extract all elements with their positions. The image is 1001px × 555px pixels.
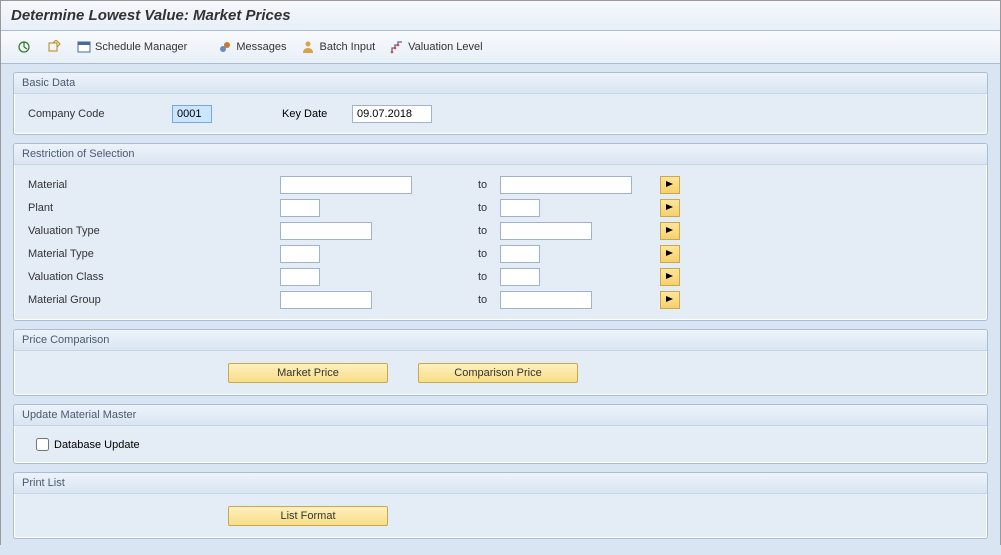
person-icon (300, 39, 316, 55)
arrow-right-icon (665, 271, 675, 283)
arrow-right-icon (665, 225, 675, 237)
material-multi-button[interactable] (660, 176, 680, 194)
level-icon (389, 39, 405, 55)
messages-button[interactable]: Messages (212, 36, 291, 58)
content-area: Basic Data Company Code Key Date Restric… (1, 64, 1000, 555)
plant-multi-button[interactable] (660, 199, 680, 217)
restriction-group: Restriction of Selection Material to Pla… (13, 143, 988, 321)
valuation-type-multi-button[interactable] (660, 222, 680, 240)
valuation-level-label: Valuation Level (408, 41, 482, 53)
print-list-title: Print List (14, 473, 987, 494)
to-label: to (428, 248, 500, 260)
valuation-class-multi-button[interactable] (660, 268, 680, 286)
messages-icon (217, 39, 233, 55)
valuation-type-to-input[interactable] (500, 222, 592, 240)
valuation-class-label: Valuation Class (24, 271, 280, 283)
plant-to-input[interactable] (500, 199, 540, 217)
toolbar: Schedule Manager Messages Batch Input Va… (1, 31, 1000, 64)
plant-from-input[interactable] (280, 199, 320, 217)
arrow-right-icon (665, 248, 675, 260)
plant-label: Plant (24, 202, 280, 214)
price-comparison-group: Price Comparison Market Price Comparison… (13, 329, 988, 396)
calendar-icon (76, 39, 92, 55)
to-label: to (428, 202, 500, 214)
print-list-group: Print List List Format (13, 472, 988, 539)
material-group-from-input[interactable] (280, 291, 372, 309)
material-group-multi-button[interactable] (660, 291, 680, 309)
material-group-to-input[interactable] (500, 291, 592, 309)
comparison-price-button[interactable]: Comparison Price (418, 363, 578, 383)
company-code-label: Company Code (24, 108, 172, 120)
execute-icon (16, 39, 32, 55)
schedule-manager-button[interactable]: Schedule Manager (71, 36, 192, 58)
variant-button[interactable] (41, 36, 67, 58)
to-label: to (428, 179, 500, 191)
list-format-button[interactable]: List Format (228, 506, 388, 526)
material-to-input[interactable] (500, 176, 632, 194)
key-date-label: Key Date (282, 108, 352, 120)
title-bar: Determine Lowest Value: Market Prices (1, 1, 1000, 31)
arrow-right-icon (665, 202, 675, 214)
schedule-manager-label: Schedule Manager (95, 41, 187, 53)
basic-data-group: Basic Data Company Code Key Date (13, 72, 988, 135)
material-from-input[interactable] (280, 176, 412, 194)
material-type-to-input[interactable] (500, 245, 540, 263)
material-type-from-input[interactable] (280, 245, 320, 263)
update-master-group: Update Material Master Database Update (13, 404, 988, 464)
to-label: to (428, 225, 500, 237)
database-update-checkbox[interactable] (36, 438, 49, 451)
company-code-input[interactable] (172, 105, 212, 123)
arrow-right-icon (665, 294, 675, 306)
batch-input-button[interactable]: Batch Input (295, 36, 380, 58)
to-label: to (428, 294, 500, 306)
page-title: Determine Lowest Value: Market Prices (11, 7, 990, 24)
batch-input-label: Batch Input (319, 41, 375, 53)
update-master-title: Update Material Master (14, 405, 987, 426)
price-comparison-title: Price Comparison (14, 330, 987, 351)
valuation-type-from-input[interactable] (280, 222, 372, 240)
market-price-button[interactable]: Market Price (228, 363, 388, 383)
basic-data-title: Basic Data (14, 73, 987, 94)
valuation-type-label: Valuation Type (24, 225, 280, 237)
execute-button[interactable] (11, 36, 37, 58)
key-date-input[interactable] (352, 105, 432, 123)
restriction-title: Restriction of Selection (14, 144, 987, 165)
material-group-label: Material Group (24, 294, 280, 306)
valuation-class-from-input[interactable] (280, 268, 320, 286)
database-update-label: Database Update (54, 439, 140, 451)
to-label: to (428, 271, 500, 283)
material-label: Material (24, 179, 280, 191)
valuation-class-to-input[interactable] (500, 268, 540, 286)
arrow-right-icon (665, 179, 675, 191)
material-type-multi-button[interactable] (660, 245, 680, 263)
variant-icon (46, 39, 62, 55)
messages-label: Messages (236, 41, 286, 53)
material-type-label: Material Type (24, 248, 280, 260)
valuation-level-button[interactable]: Valuation Level (384, 36, 487, 58)
